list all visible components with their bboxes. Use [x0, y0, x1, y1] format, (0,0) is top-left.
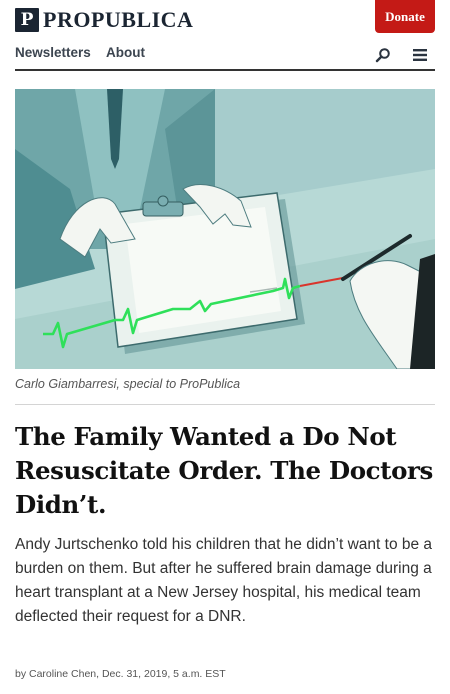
- article-headline: The Family Wanted a Do Not Resuscitate O…: [15, 422, 433, 519]
- article-page: P PROPUBLICA Donate Newsletters About Ca…: [0, 0, 450, 694]
- logo-mark-icon: P: [15, 8, 39, 32]
- logo-wordmark: PROPUBLICA: [43, 7, 194, 32]
- menu-icon[interactable]: [413, 49, 427, 61]
- nav-item-about[interactable]: About: [106, 45, 145, 60]
- search-icon[interactable]: [375, 47, 391, 63]
- caption-divider: [15, 404, 435, 405]
- nav-bar: Newsletters About: [15, 43, 435, 67]
- propublica-logo[interactable]: P PROPUBLICA: [15, 7, 193, 33]
- article-byline: by Caroline Chen, Dec. 31, 2019, 5 a.m. …: [15, 668, 226, 680]
- nav-divider: [15, 69, 435, 71]
- hero-illustration[interactable]: [15, 89, 435, 369]
- article-dek: Andy Jurtschenko told his children that …: [15, 536, 433, 625]
- nav-item-newsletters[interactable]: Newsletters: [15, 45, 91, 60]
- hero-illustration-art: [15, 89, 435, 369]
- donate-button[interactable]: Donate: [375, 0, 435, 33]
- site-header: P PROPUBLICA Donate: [0, 0, 450, 44]
- image-caption: Carlo Giambarresi, special to ProPublica: [15, 377, 241, 391]
